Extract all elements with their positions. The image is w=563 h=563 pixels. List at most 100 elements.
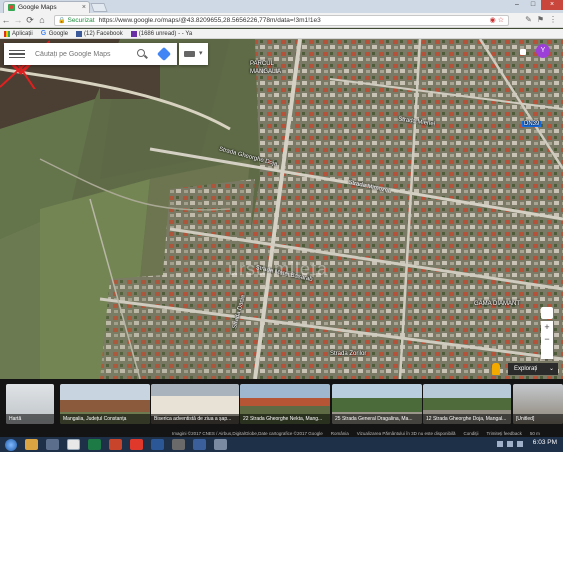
close-window-button[interactable]: × — [541, 0, 563, 10]
explore-button[interactable]: Explorați ⌄ — [508, 363, 558, 375]
volume-icon[interactable] — [517, 441, 523, 447]
map-label-street-zorilor: Strada Zorilor — [330, 351, 367, 357]
menu-hamburger-icon[interactable] — [9, 48, 25, 60]
bookmark-yahoo[interactable]: (1686 unread) - - Ya — [130, 30, 193, 37]
photo-thumbnail[interactable]: Mangalia, Județul Constanța — [60, 384, 150, 424]
road-shield: DN39 — [522, 121, 542, 127]
start-button[interactable] — [5, 438, 17, 451]
tab-google-maps[interactable]: Google Maps × — [3, 1, 90, 13]
extension-icon[interactable]: ✎ — [525, 15, 532, 24]
photo-strip: Hartă Mangalia, Județul Constanța Biseri… — [0, 379, 563, 429]
clock[interactable]: 6:03 PM — [533, 439, 557, 446]
tab-title: Google Maps — [18, 4, 57, 11]
address-row: ← → ⟳ ⌂ 🔒 Securizat https://www.google.r… — [0, 13, 563, 28]
url-text[interactable]: https://www.google.ro/maps/@43.8209655,2… — [99, 17, 321, 24]
tab-strip: Google Maps × – □ × — [0, 0, 563, 13]
minimize-button[interactable]: – — [509, 0, 525, 10]
chevron-down-icon: ⌄ — [548, 366, 554, 372]
maximize-button[interactable]: □ — [525, 0, 541, 10]
window-controls: – □ × — [509, 0, 563, 10]
watermark-text: ursu-mileta — [228, 259, 329, 279]
thumbnail-caption: 25 Strada General Dragalina, Ma... — [332, 414, 422, 424]
photo-thumbnail[interactable]: 25 Strada General Dragalina, Ma... — [332, 384, 422, 424]
thumbnail-caption: 22 Strada Gheorghe Nekta, Mang... — [240, 414, 330, 424]
search-icon[interactable] — [137, 49, 145, 57]
back-arrow-icon[interactable]: ← — [0, 13, 12, 28]
media-player-icon[interactable] — [46, 439, 59, 450]
photo-thumbnail[interactable]: 12 Strada Gheorghe Doja, Mangal... — [423, 384, 511, 424]
acrobat-icon[interactable] — [130, 439, 143, 450]
mail-icon — [130, 30, 137, 37]
input-tools-button[interactable]: ▾ — [179, 43, 208, 65]
photo-thumbnail[interactable]: Biserica adventistă de ziua a șap... — [151, 384, 239, 424]
map-label-town: MANGALIA — [250, 69, 282, 75]
directions-icon[interactable] — [156, 46, 172, 62]
app-icon-3[interactable] — [214, 439, 227, 450]
menu-icon[interactable]: ⋮ — [549, 15, 557, 24]
address-bar[interactable]: 🔒 Securizat https://www.google.ro/maps/@… — [54, 15, 509, 26]
search-box[interactable] — [4, 43, 177, 65]
chrome-icon[interactable] — [67, 439, 80, 450]
bookmark-label: Aplicații — [12, 30, 33, 37]
photo-thumbnail[interactable]: [Unitled] — [513, 384, 563, 424]
country-link[interactable]: România — [331, 431, 349, 436]
terms-link[interactable]: Condiții — [463, 431, 478, 436]
tray-icon[interactable] — [497, 441, 503, 447]
photo-thumbnail[interactable]: 22 Strada Gheorghe Nekta, Mang... — [240, 384, 330, 424]
satellite-map[interactable]: PARCUL MANGALIA Strada Gheorghe Doja Str… — [0, 39, 563, 379]
bookmark-apps[interactable]: Aplicații — [4, 30, 33, 37]
map-label-store: GAMA DIAMANT — [474, 301, 521, 307]
maps-favicon-icon — [8, 4, 15, 11]
forward-arrow-icon[interactable]: → — [12, 13, 24, 28]
excel-icon[interactable] — [88, 439, 101, 450]
satellite-imagery — [0, 39, 563, 379]
avatar[interactable]: Y — [536, 44, 550, 58]
map-status-bar: Imagini ©2017 CNES / Airbus,DigitalGlobe… — [0, 429, 563, 437]
zoom-in-button[interactable]: + — [541, 321, 553, 333]
app-icon-2[interactable] — [193, 439, 206, 450]
apps-grid-icon — [4, 30, 10, 37]
chevron-down-icon: ▾ — [199, 50, 203, 57]
system-tray — [497, 441, 523, 447]
facebook-icon — [76, 30, 83, 37]
map-view-thumbnail[interactable]: Hartă — [6, 384, 54, 424]
new-tab-button[interactable] — [90, 3, 108, 12]
compass-icon[interactable] — [541, 307, 553, 319]
bookmark-label: Google — [48, 30, 69, 37]
windows-taskbar: 6:03 PM — [0, 437, 563, 452]
browser-window: Google Maps × – □ × ← → ⟳ ⌂ 🔒 Securizat … — [0, 0, 563, 452]
street-view-pegman-icon[interactable] — [492, 363, 500, 375]
google-g-icon: G — [40, 29, 47, 37]
extension-icon-2[interactable]: ⚑ — [537, 15, 544, 24]
thumbnail-caption: Biserica adventistă de ziua a șap... — [151, 414, 239, 424]
scale-bar: 50 m — [529, 430, 540, 436]
location-blocked-icon[interactable]: ◉ ☆ — [490, 16, 504, 24]
home-icon[interactable]: ⌂ — [36, 13, 48, 28]
lock-icon: 🔒 — [58, 18, 66, 24]
zoom-out-button[interactable]: − — [541, 333, 553, 345]
bookmark-label: (1686 unread) - - Ya — [138, 30, 193, 37]
earth-3d-notice: Vizualizarea Pământului în 3D nu este di… — [356, 430, 456, 436]
word-icon[interactable] — [151, 439, 164, 450]
keyboard-icon — [184, 51, 195, 57]
feedback-link[interactable]: Trimiteți feedback — [486, 431, 521, 436]
bookmark-label: (12) Facebook — [84, 30, 123, 37]
bookmark-google[interactable]: G Google — [40, 29, 69, 37]
map-label-park: PARCUL — [250, 61, 274, 67]
zoom-controls: + − — [541, 321, 553, 359]
thumbnail-caption: 12 Strada Gheorghe Doja, Mangal... — [423, 414, 511, 424]
apps-grid-icon[interactable] — [520, 49, 526, 55]
powerpoint-icon[interactable] — [109, 439, 122, 450]
browser-extensions: ✎ ⚑ ⋮ — [525, 15, 557, 24]
tab-close-icon[interactable]: × — [82, 4, 89, 11]
bookmarks-bar: Aplicații G Google (12) Facebook (1686 un… — [0, 29, 563, 39]
thumbnail-caption: [Unitled] — [513, 414, 563, 424]
bookmark-facebook[interactable]: (12) Facebook — [76, 30, 123, 37]
search-input[interactable] — [33, 49, 133, 59]
reload-icon[interactable]: ⟳ — [24, 13, 36, 28]
imagery-credit: Imagini ©2017 CNES / Airbus,DigitalGlobe… — [172, 430, 323, 436]
app-icon[interactable] — [172, 439, 185, 450]
file-explorer-icon[interactable] — [25, 439, 38, 450]
secure-label: Securizat — [67, 17, 95, 24]
network-icon[interactable] — [507, 441, 513, 447]
